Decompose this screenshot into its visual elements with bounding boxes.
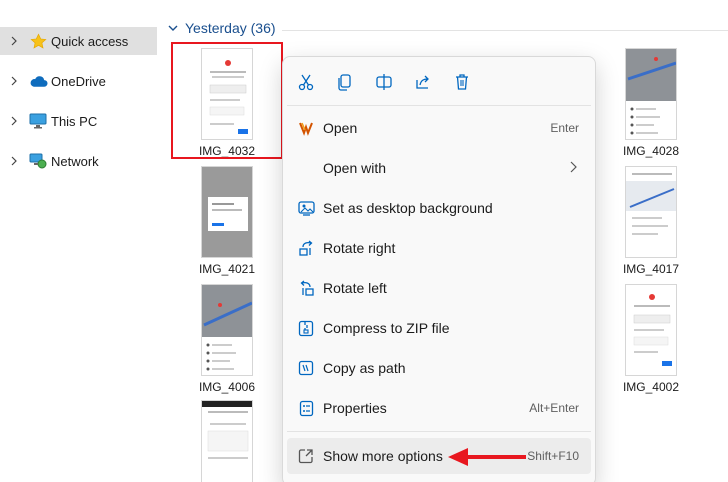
image-thumbnail [625,48,677,140]
menu-item-label: Open with [323,160,387,176]
file-item[interactable]: IMG_4002 [601,284,701,396]
submenu-chevron-icon [570,161,577,176]
menu-item-rotate-right[interactable]: Rotate right [287,230,591,266]
copy-icon[interactable] [332,69,358,95]
menu-item-label: Open [323,120,358,136]
monitor-icon [28,111,48,131]
context-menu-toolbar [283,57,595,103]
desktop-background-icon [297,199,315,217]
file-item[interactable]: IMG_4021 [177,166,277,281]
menu-item-label: Compress to ZIP file [323,320,450,336]
navigation-pane: Quick access OneDrive This PC Network [0,0,160,482]
image-thumbnail [201,284,253,376]
file-name: IMG_4002 [622,380,680,394]
file-name: IMG_4017 [622,262,680,276]
nav-item-onedrive[interactable]: OneDrive [0,67,157,95]
selection-highlight-box [171,42,283,159]
file-name: IMG_4021 [198,262,256,276]
zip-icon [297,319,315,337]
file-name: IMG_4028 [622,144,680,158]
copy-path-icon [297,359,315,377]
file-name: IMG_4006 [198,380,256,394]
expand-chevron-icon[interactable] [0,76,28,86]
menu-item-label: Properties [323,400,387,416]
menu-item-copy-as-path[interactable]: Copy as path [287,350,591,386]
photos-app-icon [297,119,315,137]
group-header[interactable]: Yesterday (36) [168,20,276,36]
menu-item-rotate-left[interactable]: Rotate left [287,270,591,306]
rotate-right-icon [297,239,315,257]
nav-label: This PC [51,113,98,129]
nav-item-quick-access[interactable]: Quick access [0,27,157,55]
menu-item-open-with[interactable]: Open with [287,150,591,186]
nav-label: Quick access [51,33,129,49]
menu-item-shortcut: Shift+F10 [527,449,579,463]
rename-icon[interactable] [371,69,397,95]
collapse-chevron-icon[interactable] [168,25,178,32]
file-item[interactable]: IMG_4017 [601,166,701,278]
menu-item-compress-zip[interactable]: Compress to ZIP file [287,310,591,346]
nav-label: Network [51,153,99,169]
delete-icon[interactable] [449,69,475,95]
show-more-icon [297,447,315,465]
cloud-icon [28,71,48,91]
menu-separator [287,105,591,106]
file-item[interactable]: IMG_4028 [601,48,701,160]
context-menu: Open Enter Open with Set as desktop back… [282,56,596,482]
menu-item-label: Show more options [323,448,443,464]
network-icon [28,151,48,171]
menu-item-label: Copy as path [323,360,406,376]
expand-chevron-icon[interactable] [0,116,28,126]
image-thumbnail [201,400,253,482]
menu-separator [287,431,591,432]
file-item[interactable] [177,400,277,482]
red-arrow-annotation [448,448,526,466]
properties-icon [297,399,315,417]
menu-item-label: Rotate right [323,240,396,256]
menu-item-properties[interactable]: Properties Alt+Enter [287,390,591,426]
group-header-label: Yesterday (36) [185,20,276,36]
expand-chevron-icon[interactable] [0,36,28,46]
expand-chevron-icon[interactable] [0,156,28,166]
star-icon [28,31,48,51]
file-item[interactable]: IMG_4006 [177,284,277,399]
menu-item-show-more-options[interactable]: Show more options Shift+F10 [287,438,591,474]
share-icon[interactable] [410,69,436,95]
nav-item-network[interactable]: Network [0,147,157,175]
menu-item-shortcut: Alt+Enter [529,401,579,415]
menu-item-set-desktop-background[interactable]: Set as desktop background [287,190,591,226]
image-thumbnail [201,166,253,258]
image-thumbnail [625,166,677,258]
menu-item-shortcut: Enter [550,121,579,135]
image-thumbnail [625,284,677,376]
menu-item-open[interactable]: Open Enter [287,110,591,146]
menu-item-label: Set as desktop background [323,200,493,216]
nav-item-this-pc[interactable]: This PC [0,107,157,135]
menu-item-label: Rotate left [323,280,387,296]
nav-label: OneDrive [51,73,106,89]
group-divider [282,30,728,31]
cut-icon[interactable] [293,69,319,95]
rotate-left-icon [297,279,315,297]
